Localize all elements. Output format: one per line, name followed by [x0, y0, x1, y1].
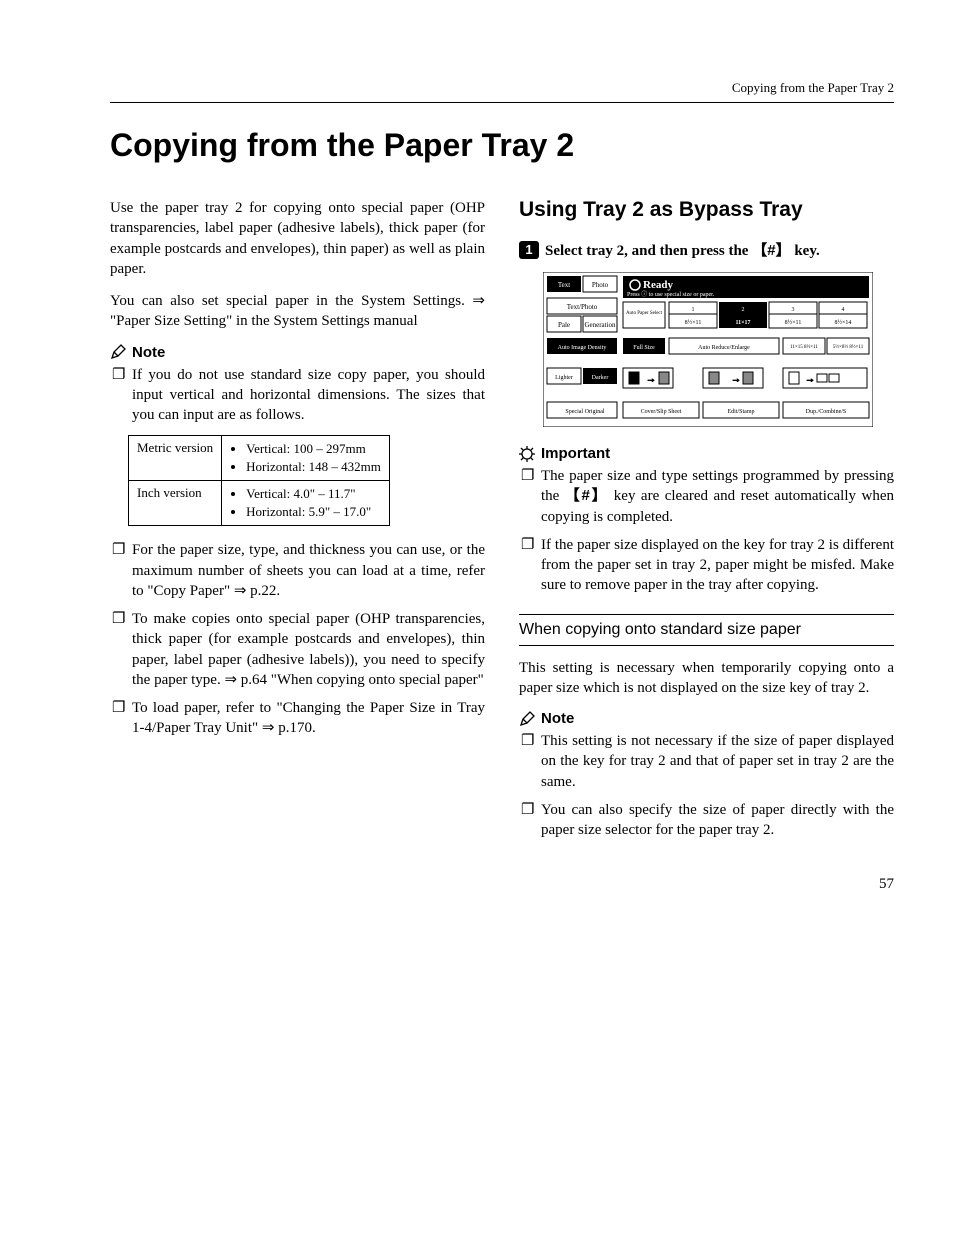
- important-item-1: The paper size and type settings program…: [521, 466, 894, 527]
- inch-horizontal: Horizontal: 5.9" – 17.0": [246, 503, 381, 521]
- note-label-text-2: Note: [541, 710, 574, 727]
- svg-text:11×17: 11×17: [735, 320, 750, 326]
- step-1-text-b: key.: [791, 243, 820, 259]
- svg-text:5½×8½ 8½×11: 5½×8½ 8½×11: [833, 345, 864, 350]
- svg-text:Cover/Slip Sheet: Cover/Slip Sheet: [641, 409, 682, 415]
- header-rule: [110, 102, 894, 103]
- important-label-text: Important: [541, 445, 610, 462]
- svg-text:1: 1: [692, 307, 695, 313]
- svg-text:→: →: [805, 374, 815, 385]
- note-label-text: Note: [132, 344, 165, 361]
- svg-text:→: →: [731, 374, 741, 385]
- copier-screen-figure: Text Photo Text/Photo Pale Generation Au…: [543, 272, 894, 427]
- sub-subsection-heading: When copying onto standard size paper: [519, 614, 894, 646]
- inch-label-cell: Inch version: [129, 481, 222, 526]
- svg-text:8½×11: 8½×11: [685, 319, 702, 326]
- note-item-4: To load paper, refer to "Changing the Pa…: [112, 698, 485, 739]
- page-number: 57: [110, 876, 894, 893]
- svg-text:3: 3: [792, 307, 795, 313]
- svg-text:Auto Image Density: Auto Image Density: [558, 345, 607, 351]
- svg-text:Edit/Stamp: Edit/Stamp: [728, 409, 755, 415]
- inch-vertical: Vertical: 4.0" – 11.7": [246, 485, 381, 503]
- hash-key: #: [752, 242, 790, 259]
- note-item-3: To make copies onto special paper (OHP t…: [112, 609, 485, 690]
- step-1: 1 Select tray 2, and then press the # ke…: [519, 240, 894, 262]
- svg-text:2: 2: [742, 307, 745, 313]
- svg-text:Pale: Pale: [558, 321, 570, 329]
- important-heading: Important: [519, 445, 894, 462]
- note-item-1: If you do not use standard size copy pap…: [112, 365, 485, 426]
- pencil-icon: [110, 344, 126, 360]
- svg-text:Ready: Ready: [643, 279, 673, 291]
- intro-paragraph-2: You can also set special paper in the Sy…: [110, 291, 485, 332]
- dimensions-table: Metric version Vertical: 100 – 297mm Hor…: [128, 435, 390, 526]
- metric-vertical: Vertical: 100 – 297mm: [246, 440, 381, 458]
- svg-text:11×15 8½×11: 11×15 8½×11: [790, 345, 818, 350]
- note-heading: Note: [110, 344, 485, 361]
- svg-text:Auto Reduce/Enlarge: Auto Reduce/Enlarge: [698, 345, 750, 351]
- svg-text:Photo: Photo: [592, 281, 609, 289]
- svg-text:Generation: Generation: [584, 321, 616, 329]
- gear-icon: [519, 446, 535, 462]
- step-number-badge: 1: [519, 241, 539, 259]
- svg-text:Special Original: Special Original: [565, 409, 604, 415]
- svg-text:8½×11: 8½×11: [785, 319, 802, 326]
- svg-text:Dup./Combine/S: Dup./Combine/S: [806, 409, 847, 415]
- hash-key-inline: #: [565, 487, 609, 504]
- svg-text:Text: Text: [558, 281, 570, 289]
- sub-paragraph: This setting is necessary when temporari…: [519, 658, 894, 699]
- note-item-2: For the paper size, type, and thickness …: [112, 540, 485, 601]
- note-heading-2: Note: [519, 710, 894, 727]
- svg-text:Text/Photo: Text/Photo: [567, 303, 598, 311]
- sub-note-1: This setting is not necessary if the siz…: [521, 731, 894, 792]
- intro-paragraph-1: Use the paper tray 2 for copying onto sp…: [110, 198, 485, 279]
- metric-label-cell: Metric version: [129, 436, 222, 481]
- svg-text:Press ⓘ to use special size or: Press ⓘ to use special size or paper.: [627, 290, 715, 298]
- svg-text:4: 4: [842, 307, 845, 313]
- right-column: Using Tray 2 as Bypass Tray 1 Select tra…: [519, 198, 894, 850]
- metric-horizontal: Horizontal: 148 – 432mm: [246, 458, 381, 476]
- sub-note-2: You can also specify the size of paper d…: [521, 800, 894, 841]
- metric-values-cell: Vertical: 100 – 297mm Horizontal: 148 – …: [222, 436, 390, 481]
- svg-text:Full Size: Full Size: [633, 345, 655, 351]
- pencil-icon: [519, 711, 535, 727]
- step-1-text-a: Select tray 2, and then press the: [545, 243, 752, 259]
- important-item-2: If the paper size displayed on the key f…: [521, 535, 894, 596]
- subsection-heading: Using Tray 2 as Bypass Tray: [519, 198, 894, 222]
- page-title: Copying from the Paper Tray 2: [110, 127, 894, 164]
- svg-text:8½×14: 8½×14: [835, 319, 852, 326]
- svg-text:Darker: Darker: [592, 375, 609, 381]
- running-header: Copying from the Paper Tray 2: [110, 80, 894, 96]
- inch-values-cell: Vertical: 4.0" – 11.7" Horizontal: 5.9" …: [222, 481, 390, 526]
- left-column: Use the paper tray 2 for copying onto sp…: [110, 198, 485, 850]
- svg-text:→: →: [646, 374, 656, 385]
- svg-text:Auto Paper Select: Auto Paper Select: [626, 311, 663, 316]
- svg-text:Lighter: Lighter: [555, 375, 573, 381]
